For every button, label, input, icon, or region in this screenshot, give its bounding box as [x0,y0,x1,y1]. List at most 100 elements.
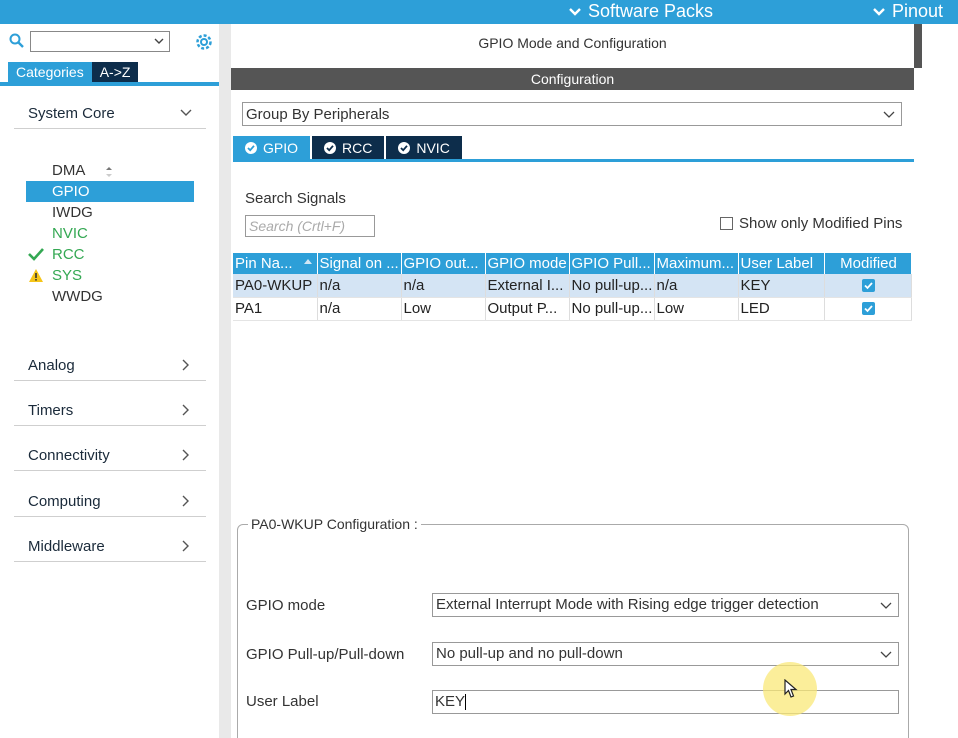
tab-a-to-z[interactable]: A->Z [91,62,139,82]
list-item-nvic[interactable]: NVIC [26,223,194,244]
table-row[interactable]: PA0-WKUP n/a n/a External I... No pull-u… [233,274,912,298]
category-tabs: Categories A->Z [8,62,139,82]
section-computing[interactable]: Computing [14,487,206,517]
gear-icon[interactable] [194,32,214,52]
collapse-handle[interactable] [914,24,922,68]
pinout-label: Pinout [892,1,944,21]
tab-label: RCC [342,140,373,156]
column-header-gpio-mode[interactable]: GPIO mode [485,253,570,274]
pin-configuration-legend: PA0-WKUP Configuration : [248,516,421,532]
chevron-down-icon [883,111,895,118]
column-header-gpio-output[interactable]: GPIO out... [401,253,486,274]
cell-signal: n/a [317,297,402,321]
section-analog[interactable]: Analog [14,351,206,381]
list-item-rcc[interactable]: RCC [26,244,194,265]
cell-modified[interactable] [824,274,912,298]
checked-checkbox-icon[interactable] [862,278,875,292]
list-item-wwdg[interactable]: WWDG [26,286,194,307]
chevron-right-icon [182,495,189,507]
chevron-right-icon [182,404,189,416]
group-by-value: Group By Peripherals [246,106,390,123]
column-header-pin-name[interactable]: Pin Na... [233,253,318,274]
right-edge-handle[interactable] [914,24,958,738]
cell-user-label: KEY [738,274,825,298]
list-item-gpio[interactable]: GPIO [26,181,194,202]
tab-underline [0,82,219,86]
column-header-gpio-pull[interactable]: GPIO Pull... [569,253,655,274]
system-core-list-rest: GPIO IWDG NVIC RCC SYS WWDG [26,181,194,307]
list-item-dma[interactable]: DMA [26,160,194,181]
pin-table: Pin Na... Signal on ... GPIO out... GPIO… [233,253,912,321]
cell-pin-name: PA0-WKUP [233,274,318,298]
cell-pin-name: PA1 [233,297,318,321]
categories-panel: Categories A->Z System Core DMA GPIO IWD… [0,24,222,738]
user-label-value: KEY [435,693,466,710]
sort-ascending-icon [303,259,312,264]
gpio-config-panel: GPIO Mode and Configuration Configuratio… [231,24,914,738]
chevron-down-icon [873,7,885,16]
checked-checkbox-icon[interactable] [862,302,875,315]
list-item-label: SYS [52,267,83,284]
chevron-down-icon [569,7,581,16]
cell-maximum: n/a [654,274,739,298]
peripheral-tabs: GPIO RCC NVIC [233,136,464,160]
top-bar: Software Packs Pinout [0,0,958,24]
cell-maximum: Low [654,297,739,321]
section-label: Timers [28,402,74,419]
chevron-down-icon [180,109,192,116]
cell-gpio-pull: No pull-up... [569,274,655,298]
section-connectivity[interactable]: Connectivity [14,441,206,471]
check-icon [28,248,44,261]
cell-modified[interactable] [824,297,912,321]
column-header-modified[interactable]: Modified [824,253,912,274]
section-timers[interactable]: Timers [14,396,206,426]
group-by-select[interactable]: Group By Peripherals [242,102,902,126]
column-header-maximum[interactable]: Maximum... [654,253,739,274]
header-label: Pin Na... [235,255,293,272]
cell-gpio-pull: No pull-up... [569,297,655,321]
search-signals-input[interactable]: Search (Crtl+F) [245,215,375,237]
tab-gpio[interactable]: GPIO [233,136,311,160]
tab-label: NVIC [416,140,450,156]
chevron-down-icon [880,651,892,658]
cell-user-label: LED [738,297,825,321]
column-header-user-label[interactable]: User Label [738,253,825,274]
user-label-label: User Label [246,693,319,710]
show-modified-label: Show only Modified Pins [739,215,903,232]
text-caret [465,694,467,711]
search-signals-label: Search Signals [245,190,346,207]
section-label: Computing [28,493,101,510]
section-middleware[interactable]: Middleware [14,532,206,562]
checkbox-box[interactable] [720,217,733,230]
cell-signal: n/a [317,274,402,298]
cell-gpio-output: n/a [401,274,486,298]
table-row[interactable]: PA1 n/a Low Output P... No pull-up... Lo… [233,297,912,321]
table-header-row: Pin Na... Signal on ... GPIO out... GPIO… [233,253,912,274]
check-circle-icon [245,142,257,154]
section-system-core[interactable]: System Core [14,99,206,129]
check-circle-icon [398,142,411,154]
chevron-down-icon [154,38,164,44]
show-modified-checkbox[interactable]: Show only Modified Pins [720,215,902,232]
gpio-pull-value: No pull-up and no pull-down [436,645,623,662]
panel-splitter[interactable] [219,24,231,738]
category-search-combo[interactable] [30,31,170,52]
cell-gpio-mode: Output P... [485,297,570,321]
cell-gpio-output: Low [401,297,486,321]
chevron-right-icon [182,359,189,371]
pinout-menu[interactable]: Pinout [872,1,943,22]
gpio-mode-select[interactable]: External Interrupt Mode with Rising edge… [432,593,899,617]
column-header-signal[interactable]: Signal on ... [317,253,402,274]
tab-rcc[interactable]: RCC [312,136,385,160]
list-item-iwdg[interactable]: IWDG [26,202,194,223]
gpio-pull-select[interactable]: No pull-up and no pull-down [432,642,899,666]
software-packs-menu[interactable]: Software Packs [568,1,713,22]
list-item-sys[interactable]: SYS [26,265,194,286]
search-icon[interactable] [9,33,25,49]
chevron-right-icon [182,449,189,461]
user-label-input[interactable]: KEY [432,690,899,714]
section-label: Middleware [28,538,105,555]
chevron-right-icon [182,540,189,552]
tab-categories[interactable]: Categories [8,62,92,82]
tab-nvic[interactable]: NVIC [386,136,462,160]
